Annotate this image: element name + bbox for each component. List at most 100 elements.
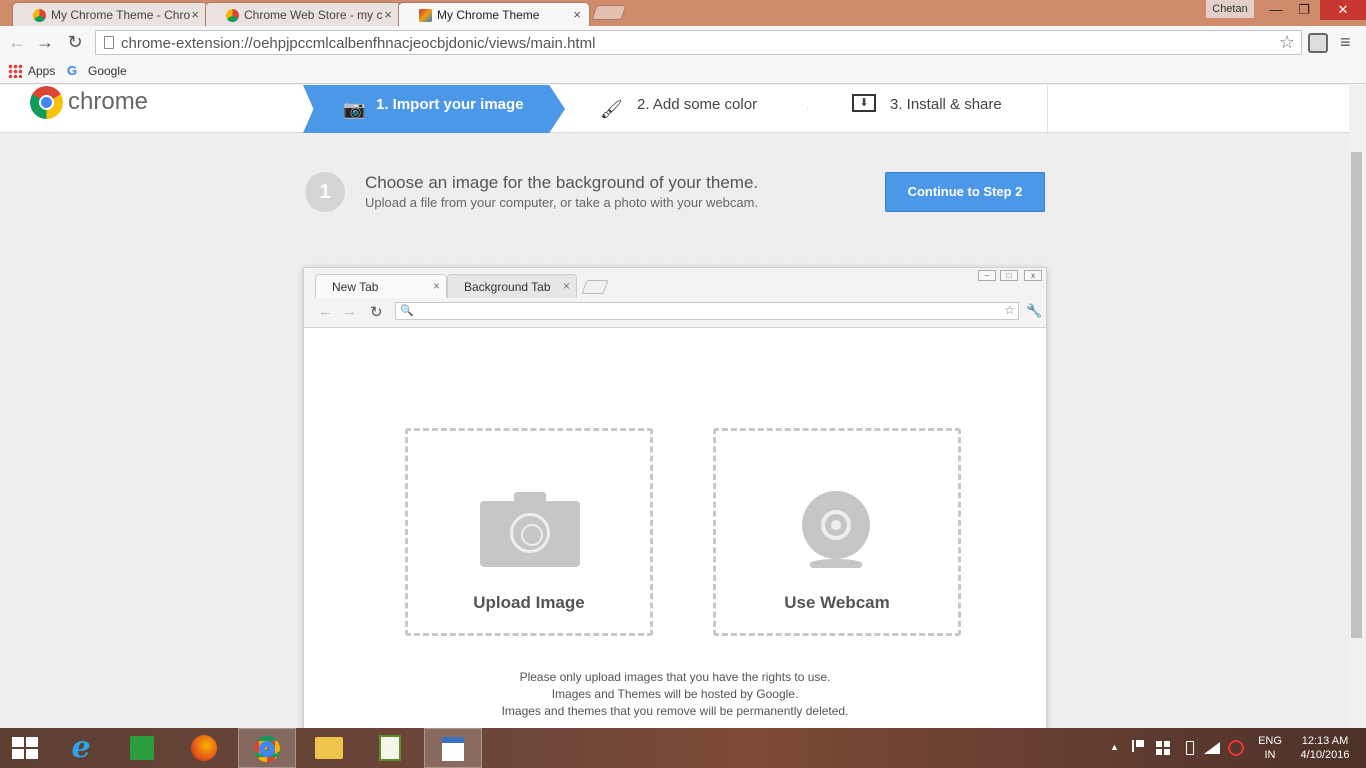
camera-lens-icon	[510, 513, 550, 553]
tab-title: Chrome Web Store - my c	[244, 8, 383, 22]
signal-icon[interactable]	[1204, 742, 1220, 754]
preview-forward-icon: →	[342, 303, 357, 320]
bookmarks-bar: Apps G Google	[0, 60, 1366, 84]
menu-icon[interactable]: ≡	[1340, 32, 1351, 53]
system-clock[interactable]: 12:13 AM 4/10/2016	[1290, 734, 1360, 762]
chrome-favicon-icon	[226, 9, 239, 22]
input-language[interactable]: ENG IN	[1258, 734, 1282, 762]
step-install-share[interactable]: ⬇ 3. Install & share	[808, 85, 1048, 133]
step-import-image[interactable]: 📷 1. Import your image	[303, 85, 565, 133]
page-icon	[104, 36, 114, 49]
preview-back-icon: ←	[318, 303, 333, 320]
close-icon: ×	[432, 279, 440, 293]
store-bag-icon	[130, 736, 154, 760]
bookmark-star-icon[interactable]: ☆	[1279, 32, 1295, 53]
file-explorer-icon[interactable]	[300, 728, 358, 768]
battery-icon[interactable]	[1186, 741, 1194, 755]
tray-overflow-icon[interactable]: ▲	[1110, 742, 1119, 752]
search-icon: 🔍	[400, 305, 414, 317]
bookmark-google[interactable]: Google	[88, 64, 127, 78]
internet-explorer-icon[interactable]: e	[52, 728, 110, 768]
step-label: 1. Import your image	[376, 96, 524, 113]
install-icon: ⬇	[852, 94, 876, 112]
preview-frame: New Tab × Background Tab × – □ x ← → ↻ 🔍…	[304, 268, 1046, 328]
start-button[interactable]	[0, 728, 50, 768]
extension-icon[interactable]	[1308, 33, 1328, 53]
new-tab-button[interactable]	[591, 5, 627, 20]
preview-address-bar: 🔍 ☆	[395, 302, 1019, 320]
window-close-icon[interactable]: ✕	[1320, 0, 1366, 20]
url-text[interactable]: chrome-extension://oehpjpccmlcalbenfhnac…	[121, 35, 595, 52]
deletion-notice: Images and themes that you remove will b…	[501, 704, 849, 718]
use-webcam-dropzone[interactable]: Use Webcam	[713, 428, 961, 636]
browser-tab-strip: My Chrome Theme - Chro × Chrome Web Stor…	[0, 0, 1366, 26]
continue-button[interactable]: Continue to Step 2	[885, 172, 1045, 212]
clock-date: 4/10/2016	[1300, 749, 1350, 761]
instruction-title: Choose an image for the background of yo…	[365, 173, 759, 192]
tab-close-icon[interactable]: ×	[191, 7, 199, 22]
upload-image-dropzone[interactable]: Upload Image	[405, 428, 653, 636]
chrome-taskbar-icon[interactable]	[238, 728, 296, 768]
folder-icon	[315, 737, 343, 759]
windows-logo-icon	[12, 737, 38, 759]
webcam-lens-icon	[821, 510, 851, 540]
tab-close-icon[interactable]: ×	[384, 7, 392, 22]
firefox-globe-icon	[191, 735, 217, 761]
instruction-subtitle: Upload a file from your computer, or tak…	[365, 195, 759, 210]
chrome-logo-icon	[30, 86, 63, 119]
minimize-icon[interactable]: —	[1262, 0, 1290, 20]
preview-tab-label: New Tab	[332, 280, 379, 294]
bookmark-apps[interactable]: Apps	[28, 64, 55, 78]
back-icon[interactable]: ←	[6, 31, 28, 53]
clock-time: 12:13 AM	[1301, 735, 1349, 747]
step-number-badge: 1	[305, 172, 345, 212]
firefox-icon[interactable]	[175, 728, 233, 768]
hosting-notice: Images and Themes will be hosted by Goog…	[551, 687, 799, 701]
volume-muted-icon[interactable]	[1228, 740, 1244, 756]
wordpad-icon[interactable]	[424, 728, 482, 768]
use-webcam-label: Use Webcam	[784, 593, 890, 612]
browser-tab[interactable]: My Chrome Theme - Chro ×	[12, 2, 208, 26]
user-profile-badge[interactable]: Chetan	[1206, 0, 1254, 18]
forward-icon[interactable]: →	[34, 31, 56, 53]
reload-icon[interactable]: ↻	[64, 31, 86, 53]
preview-tab-new: New Tab ×	[315, 274, 447, 298]
upload-image-label: Upload Image	[473, 593, 585, 612]
tab-title: My Chrome Theme - Chro	[51, 8, 191, 22]
star-icon: ☆	[1004, 303, 1015, 317]
scrollbar-thumb[interactable]	[1351, 152, 1362, 638]
tab-close-icon[interactable]: ×	[573, 7, 581, 22]
preview-minimize-icon: –	[978, 270, 996, 281]
step-add-color[interactable]: 🖌 2. Add some color	[560, 85, 808, 133]
brand-wordmark: chrome	[68, 88, 149, 115]
address-bar[interactable]: chrome-extension://oehpjpccmlcalbenfhnac…	[95, 30, 1302, 55]
webcam-base-icon	[810, 559, 862, 568]
windows-store-icon[interactable]	[113, 728, 171, 768]
close-icon: ×	[562, 279, 570, 293]
preview-new-tab-icon	[581, 280, 609, 294]
browser-tab[interactable]: Chrome Web Store - my c ×	[205, 2, 401, 26]
preview-maximize-icon: □	[1000, 270, 1018, 281]
wrench-icon: 🔧	[1026, 303, 1043, 318]
app-header: chrome 📷 1. Import your image 🖌 2. Add s…	[0, 85, 1349, 133]
camera-icon: 📷	[343, 99, 366, 119]
windows-tray-icon[interactable]	[1156, 741, 1170, 755]
browser-tab-active[interactable]: My Chrome Theme ×	[398, 2, 590, 26]
action-center-flag-icon[interactable]	[1132, 740, 1144, 752]
document-icon	[442, 737, 464, 761]
theme-favicon-icon	[419, 9, 432, 22]
preview-tab-background: Background Tab ×	[447, 274, 577, 298]
rights-notice: Please only upload images that you have …	[519, 670, 831, 684]
step-label: 3. Install & share	[890, 96, 1002, 113]
brush-icon: 🖌	[600, 99, 623, 119]
maximize-icon[interactable]: ❐	[1290, 0, 1318, 20]
preview-tab-label: Background Tab	[464, 280, 551, 294]
chrome-icon	[254, 736, 280, 762]
preview-reload-icon: ↻	[370, 304, 383, 321]
region-code: IN	[1264, 749, 1276, 761]
google-icon: G	[67, 63, 78, 78]
apps-grid-icon[interactable]	[8, 64, 22, 78]
language-code: ENG	[1258, 735, 1282, 747]
theme-preview-window: New Tab × Background Tab × – □ x ← → ↻ 🔍…	[303, 267, 1047, 737]
text-editor-icon[interactable]	[361, 728, 419, 768]
